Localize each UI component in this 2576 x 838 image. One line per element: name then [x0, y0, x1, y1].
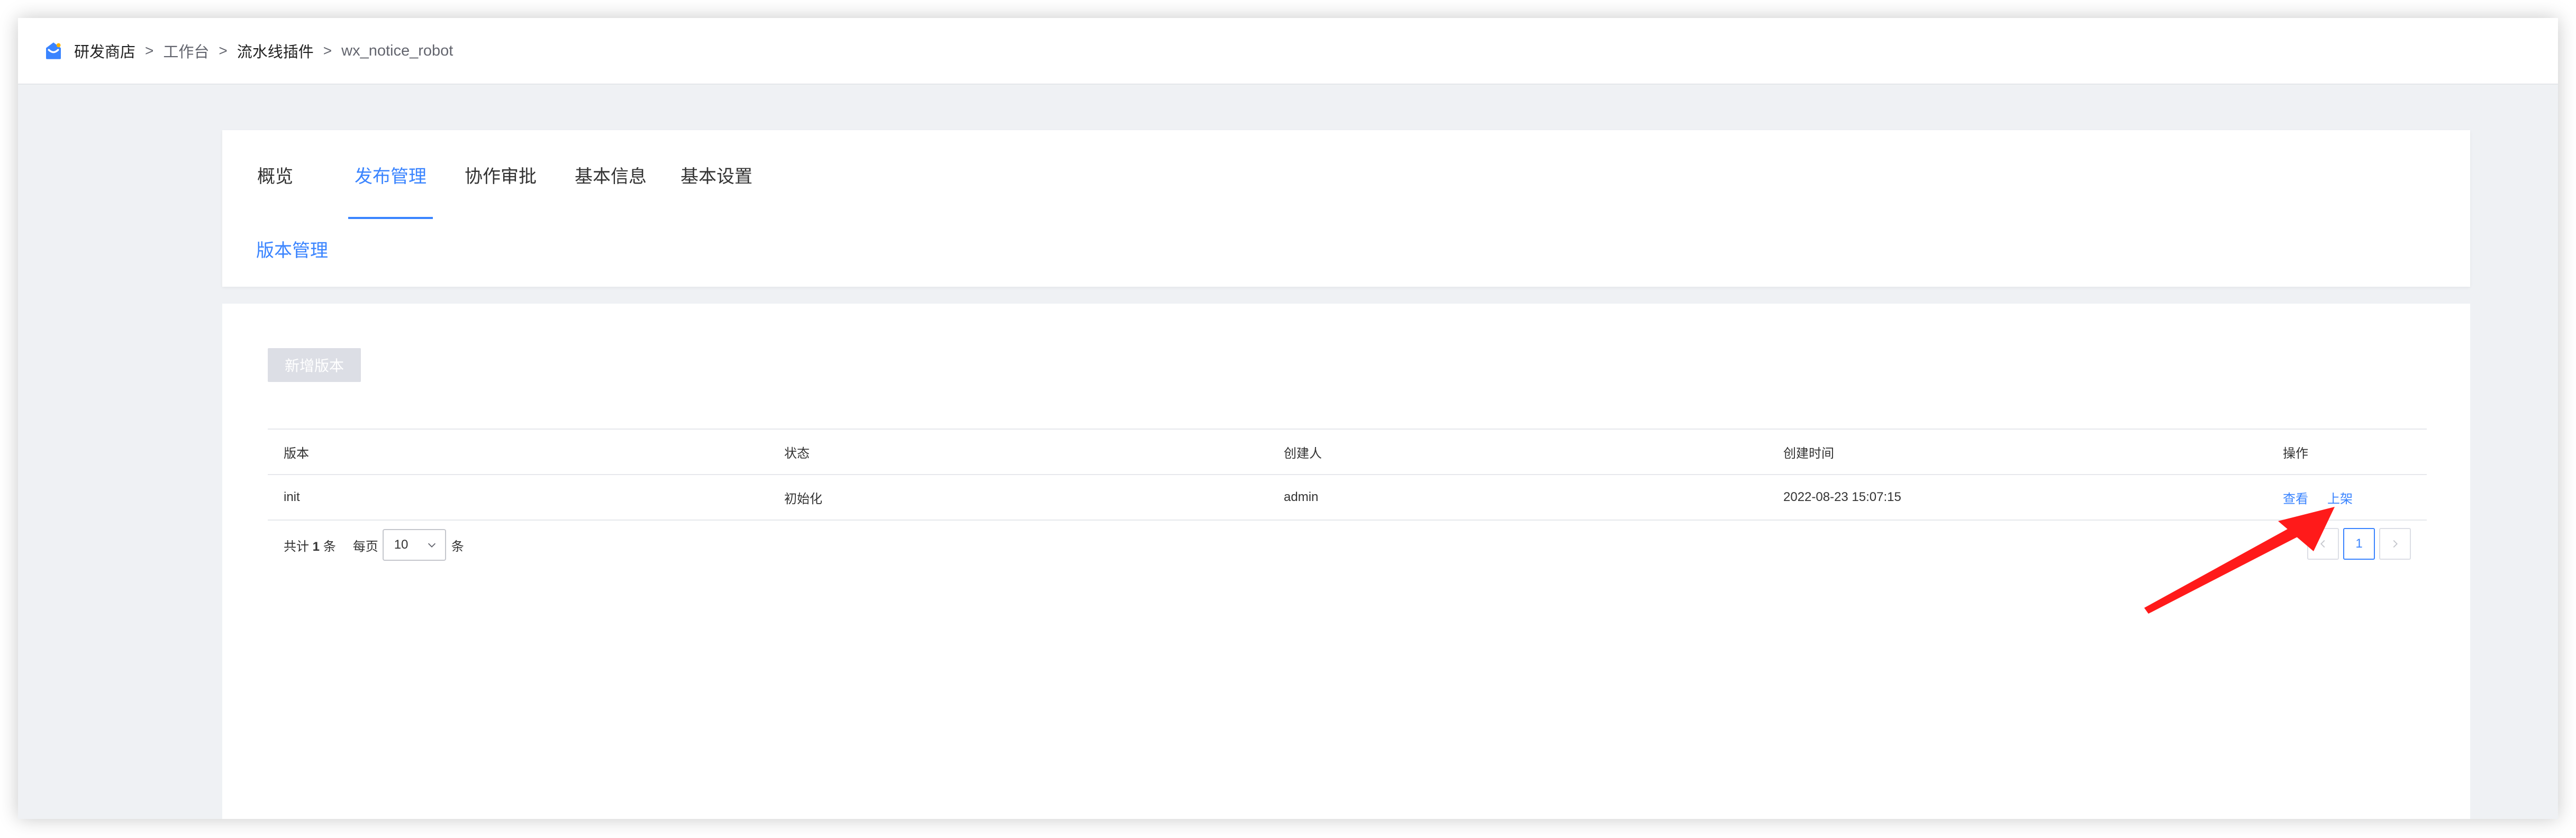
tab-basic-info[interactable]: 基本信息 — [575, 130, 647, 219]
column-header-created-at: 创建时间 — [1783, 446, 1834, 461]
tab-label: 协作审批 — [465, 166, 537, 187]
breadcrumb-current-plugin: wx_notice_robot — [341, 42, 453, 59]
version-table: 版本 状态 创建人 创建时间 操作 init 初始化 admin 2022-08… — [268, 429, 2427, 521]
breadcrumb-separator: > — [323, 42, 332, 59]
breadcrumb-pipeline-plugins[interactable]: 流水线插件 — [237, 40, 314, 62]
version-list-card: 新增版本 版本 状态 创建人 创建时间 操作 init 初始化 admin 20… — [222, 304, 2470, 819]
chevron-right-icon — [2393, 540, 2398, 548]
store-logo-icon[interactable] — [42, 40, 65, 62]
cell-creator: admin — [1284, 490, 1319, 504]
breadcrumb-workbench[interactable]: 工作台 — [163, 40, 209, 62]
tab-label: 概览 — [257, 166, 293, 187]
breadcrumb-separator: > — [219, 42, 228, 59]
per-page-label: 每页 — [352, 539, 378, 554]
publish-link[interactable]: 上架 — [2327, 488, 2353, 507]
prev-page-button[interactable] — [2307, 528, 2339, 560]
total-value: 1 — [312, 539, 320, 554]
column-header-status: 状态 — [784, 446, 810, 461]
breadcrumb-store[interactable]: 研发商店 — [74, 40, 135, 62]
tab-label: 基本信息 — [575, 166, 647, 187]
total-count: 共计 1 条 — [284, 536, 336, 554]
tab-release-management[interactable]: 发布管理 — [348, 130, 433, 219]
tab-overview[interactable]: 概览 — [257, 130, 293, 219]
active-tab-indicator — [348, 217, 433, 219]
view-link[interactable]: 查看 — [2283, 488, 2308, 507]
cell-created-at: 2022-08-23 15:07:15 — [1783, 490, 1901, 504]
cell-version: init — [284, 490, 300, 504]
breadcrumb-separator: > — [145, 42, 154, 59]
tab-basic-settings[interactable]: 基本设置 — [681, 130, 752, 219]
page-button-current[interactable]: 1 — [2343, 528, 2375, 560]
app-window: 研发商店 > 工作台 > 流水线插件 > wx_notice_robot 概览 … — [18, 18, 2558, 819]
chevron-left-icon — [2320, 540, 2325, 548]
tab-label: 发布管理 — [355, 166, 427, 187]
cell-status: 初始化 — [784, 491, 822, 506]
tab-collaboration-approval[interactable]: 协作审批 — [465, 130, 537, 219]
total-prefix: 共计 — [284, 539, 309, 554]
add-version-button[interactable]: 新增版本 — [268, 348, 361, 382]
cell-actions: 查看 上架 — [2283, 475, 2353, 520]
table-header: 版本 状态 创建人 创建时间 操作 — [268, 429, 2427, 475]
column-header-creator: 创建人 — [1284, 446, 1322, 461]
column-header-actions: 操作 — [2283, 446, 2308, 461]
table-row: init 初始化 admin 2022-08-23 15:07:15 查看 上架 — [268, 475, 2427, 521]
per-page-unit: 条 — [451, 539, 464, 554]
page-navigator: 1 — [2303, 528, 2411, 560]
pagination-summary: 共计 1 条 每页 10 条 — [284, 528, 464, 562]
tab-bar: 概览 发布管理 协作审批 基本信息 基本设置 — [222, 130, 752, 219]
chevron-down-icon — [428, 543, 436, 548]
subtab-version-management[interactable]: 版本管理 — [256, 236, 328, 262]
per-page-select[interactable]: 10 — [382, 529, 446, 561]
top-bar: 研发商店 > 工作台 > 流水线插件 > wx_notice_robot — [18, 18, 2558, 85]
per-page-value: 10 — [394, 538, 409, 552]
column-header-version: 版本 — [284, 446, 309, 461]
pagination-bar: 共计 1 条 每页 10 条 1 — [268, 528, 2427, 562]
next-page-button[interactable] — [2379, 528, 2411, 560]
tab-label: 基本设置 — [681, 166, 752, 187]
tabs-card: 概览 发布管理 协作审批 基本信息 基本设置 版本管理 — [222, 130, 2470, 287]
total-suffix: 条 — [323, 539, 336, 554]
